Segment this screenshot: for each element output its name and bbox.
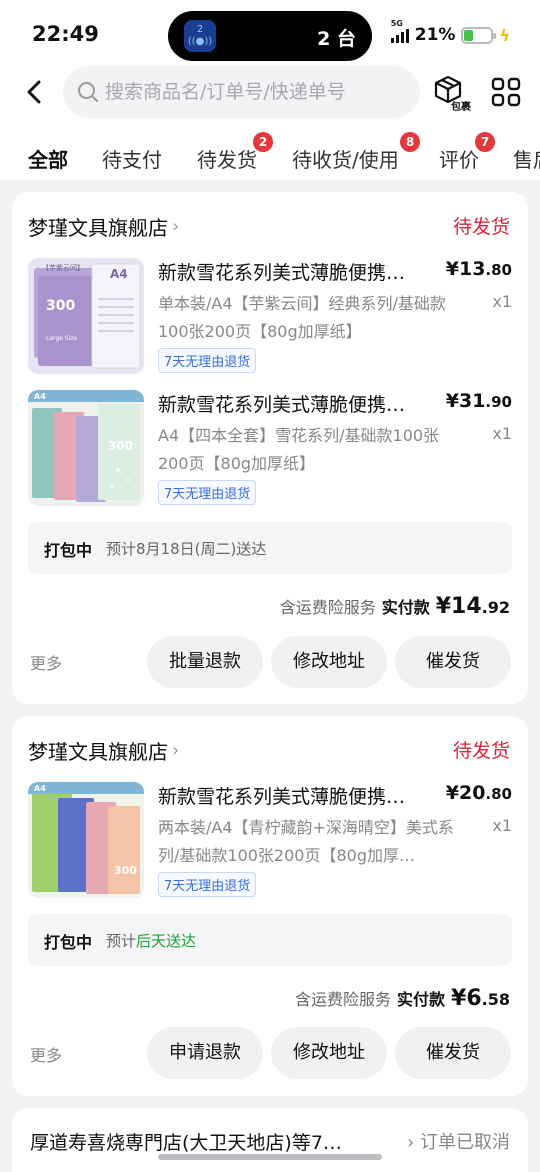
return-policy-tag: 7天无理由退货 <box>158 480 257 505</box>
badge-count: 2 <box>253 132 273 152</box>
battery-icon <box>461 26 497 44</box>
svg-text:300: 300 <box>108 439 133 453</box>
order-status: 待发货 <box>452 216 510 238</box>
paid-amount: ¥6.58 <box>451 986 510 1011</box>
order-status: 待发货 <box>452 740 510 762</box>
logistics-eta: 预计后天送达 <box>106 932 197 950</box>
island-count: 2 台 <box>317 28 356 50</box>
tab-pending-payment[interactable]: 待支付 <box>102 144 162 173</box>
paid-amount: ¥14.92 <box>435 594 510 619</box>
package-label: 包裹 <box>451 102 471 113</box>
clock: 22:49 <box>32 22 99 46</box>
order-tabs: 全部 待支付 待发货2 待收货/使用8 评价7 售后 <box>0 120 540 180</box>
paid-label: 实付款 <box>381 598 430 617</box>
order-card[interactable]: 梦瑾文具旗舰店 › 待发货 【芋紫云间】 A4 300 Large Size 新款… <box>12 192 528 704</box>
insurance-label: 含运费险服务 <box>295 990 392 1009</box>
product-spec: A4【四本全套】雪花系列/基础款100张200页【80g加厚纸】 <box>158 426 440 473</box>
badge-count: 8 <box>400 132 420 152</box>
header: 包裹 <box>0 64 540 120</box>
logistics-eta: 预计8月18日(周二)送达 <box>106 540 267 558</box>
more-button[interactable]: 更多 <box>30 650 62 674</box>
request-refund-button[interactable]: 申请退款 <box>147 1027 263 1079</box>
product-title: 新款雪花系列美式薄脆便携… <box>158 786 406 808</box>
svg-text:A4: A4 <box>34 392 46 401</box>
product-spec: 单本装/A4【芋紫云间】经典系列/基础款100张200页【80g加厚纸】 <box>158 294 446 341</box>
status-bar: 22:49 2 ((●)) 2 台 5G 21% ϟ <box>0 0 540 64</box>
product-title: 新款雪花系列美式薄脆便携… <box>158 394 406 416</box>
tab-pending-receipt[interactable]: 待收货/使用 8 <box>292 132 420 173</box>
search-input[interactable] <box>105 77 405 107</box>
urge-shipment-button[interactable]: 催发货 <box>395 1027 511 1079</box>
product-price: ¥13.80 <box>445 258 512 280</box>
tab-pending-shipment[interactable]: 待发货 2 <box>197 132 273 173</box>
bulk-refund-button[interactable]: 批量退款 <box>147 636 263 688</box>
order-total: 含运费险服务 实付款 ¥6.58 <box>295 986 510 1011</box>
svg-text:A4: A4 <box>34 784 46 793</box>
svg-text:300: 300 <box>46 298 75 314</box>
chevron-right-icon: › <box>172 216 180 237</box>
order-card[interactable]: 厚道寿喜烧専門店(大卫天地店)等7… › 订单已取消 <box>12 1108 528 1172</box>
tab-after-sales[interactable]: 售后 <box>513 144 540 173</box>
product-spec: 两本装/A4【青柠藏韵+深海晴空】美式系列/基础款100张200页【80g加厚… <box>158 818 454 865</box>
product-thumbnail: 【芋紫云间】 A4 300 Large Size <box>28 258 144 374</box>
badge-count: 7 <box>475 132 495 152</box>
paid-label: 实付款 <box>397 990 446 1009</box>
product-thumbnail: A4 300 <box>28 782 144 898</box>
shop-name[interactable]: 梦瑾文具旗舰店 › <box>28 736 179 765</box>
order-card[interactable]: 梦瑾文具旗舰店 › 待发货 A4 300 新款雪花系列美式薄脆便携… ¥20.80… <box>12 716 528 1096</box>
shop-name[interactable]: 厚道寿喜烧専門店(大卫天地店)等7… <box>30 1128 390 1155</box>
svg-text:【芋紫云间】: 【芋紫云间】 <box>42 264 84 272</box>
svg-text:A4: A4 <box>110 267 128 281</box>
return-policy-tag: 7天无理由退货 <box>158 348 257 373</box>
island-app-icon: 2 ((●)) <box>184 20 216 52</box>
back-arrow-icon[interactable] <box>20 74 50 110</box>
order-status: › 订单已取消 <box>407 1132 510 1153</box>
logistics-status[interactable]: 打包中 预计8月18日(周二)送达 <box>28 522 512 574</box>
product-qty: x1 <box>492 424 512 443</box>
dynamic-island[interactable]: 2 ((●)) 2 台 <box>168 11 372 61</box>
shop-name[interactable]: 梦瑾文具旗舰店 › <box>28 212 179 241</box>
order-item[interactable]: 【芋紫云间】 A4 300 Large Size 新款雪花系列美式薄脆便携… ¥… <box>28 258 512 378</box>
change-address-button[interactable]: 修改地址 <box>271 636 387 688</box>
home-indicator[interactable] <box>158 1154 382 1160</box>
return-policy-tag: 7天无理由退货 <box>158 872 257 897</box>
product-title: 新款雪花系列美式薄脆便携… <box>158 262 406 284</box>
logistics-key: 打包中 <box>44 933 93 952</box>
product-price: ¥31.90 <box>445 390 512 412</box>
signal-icon: 5G <box>390 19 409 43</box>
more-button[interactable]: 更多 <box>30 1042 62 1066</box>
svg-text:300: 300 <box>114 864 137 877</box>
urge-shipment-button[interactable]: 催发货 <box>395 636 511 688</box>
charging-icon: ϟ <box>499 25 510 45</box>
order-item[interactable]: A4 300 新款雪花系列美式薄脆便携… ¥20.80 两本装/A4【青柠藏韵+… <box>28 782 512 902</box>
insurance-label: 含运费险服务 <box>279 598 376 617</box>
change-address-button[interactable]: 修改地址 <box>271 1027 387 1079</box>
order-total: 含运费险服务 实付款 ¥14.92 <box>280 594 510 619</box>
grid-menu-icon[interactable] <box>491 77 521 107</box>
product-price: ¥20.80 <box>445 782 512 804</box>
search-bar[interactable] <box>63 66 420 118</box>
tab-review[interactable]: 评价 7 <box>439 132 495 173</box>
logistics-key: 打包中 <box>44 541 93 560</box>
status-icons: 5G 21% ϟ <box>390 19 510 46</box>
chevron-right-icon: › <box>172 740 180 761</box>
product-thumbnail: A4 300 <box>28 390 144 506</box>
logistics-status[interactable]: 打包中 预计后天送达 <box>28 914 512 966</box>
chevron-right-icon: › <box>407 1132 420 1153</box>
search-icon <box>78 82 98 102</box>
battery-percent: 21% <box>414 25 456 45</box>
package-button[interactable]: 包裹 <box>433 74 479 114</box>
product-qty: x1 <box>492 816 512 835</box>
tab-all[interactable]: 全部 <box>28 144 68 173</box>
product-qty: x1 <box>492 292 512 311</box>
order-item[interactable]: A4 300 新款雪花系列美式薄脆便携… ¥31.90 A4【四本全套】雪花系列… <box>28 390 512 510</box>
svg-text:Large Size: Large Size <box>46 335 77 342</box>
